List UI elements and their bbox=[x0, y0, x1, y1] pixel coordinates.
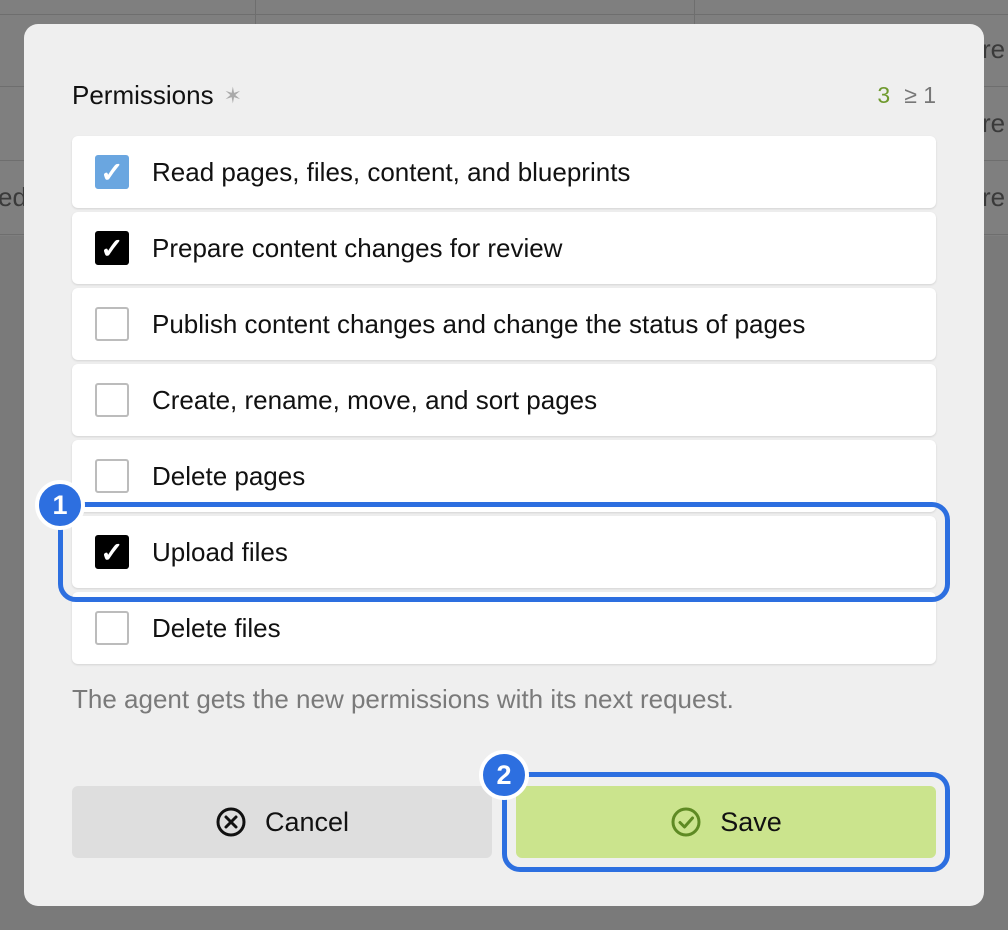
table-cell-text: re bbox=[982, 182, 1006, 212]
option-label: Read pages, files, content, and blueprin… bbox=[152, 156, 631, 187]
checkbox-prepare-changes[interactable]: ✓ bbox=[95, 231, 129, 265]
option-label: Create, rename, move, and sort pages bbox=[152, 384, 598, 415]
cancel-label: Cancel bbox=[264, 806, 350, 837]
help-text: The agent gets the new permissions with … bbox=[72, 684, 734, 714]
checkbox-read[interactable]: ✓ bbox=[95, 155, 129, 189]
permission-option-delete-files[interactable]: Delete files bbox=[72, 592, 936, 664]
checkbox-delete-files[interactable] bbox=[95, 611, 129, 645]
permission-option-upload-files[interactable]: ✓ Upload files bbox=[72, 516, 936, 588]
table-cell-text: re bbox=[982, 108, 1006, 138]
step-badge-2: 2 bbox=[479, 750, 529, 800]
step-badge-1: 1 bbox=[35, 480, 85, 530]
permissions-checkbox-list: ✓ Read pages, files, content, and bluepr… bbox=[72, 136, 936, 668]
permission-option-create-pages[interactable]: Create, rename, move, and sort pages bbox=[72, 364, 936, 436]
checkbox-create-pages[interactable] bbox=[95, 383, 129, 417]
option-label: Delete pages bbox=[152, 460, 306, 491]
checkbox-delete-pages[interactable] bbox=[95, 459, 129, 493]
table-cell-text: ed bbox=[0, 182, 27, 212]
table-divider bbox=[0, 14, 1008, 15]
checkbox-upload-files[interactable]: ✓ bbox=[95, 535, 129, 569]
option-label: Publish content changes and change the s… bbox=[152, 308, 806, 339]
permission-option-read[interactable]: ✓ Read pages, files, content, and bluepr… bbox=[72, 136, 936, 208]
save-button[interactable]: Save bbox=[516, 786, 936, 858]
permission-option-prepare-changes[interactable]: ✓ Prepare content changes for review bbox=[72, 212, 936, 284]
checkbox-publish[interactable] bbox=[95, 307, 129, 341]
permissions-field-label: Permissions ✶ bbox=[72, 80, 242, 111]
permission-option-publish[interactable]: Publish content changes and change the s… bbox=[72, 288, 936, 360]
cancel-button[interactable]: Cancel bbox=[72, 786, 492, 858]
counter-value: 3 bbox=[877, 82, 891, 108]
required-icon: ✶ bbox=[223, 82, 243, 108]
option-label: Delete files bbox=[152, 612, 281, 643]
selection-counter: 3 ≥ 1 bbox=[877, 82, 936, 109]
permission-option-delete-pages[interactable]: Delete pages bbox=[72, 440, 936, 512]
check-circle-icon bbox=[670, 806, 702, 838]
option-label: Upload files bbox=[152, 536, 288, 567]
table-cell-text: re bbox=[982, 34, 1006, 64]
counter-minimum: ≥ 1 bbox=[904, 82, 936, 108]
permissions-label-text: Permissions bbox=[72, 80, 214, 110]
save-label: Save bbox=[720, 806, 782, 837]
option-label: Prepare content changes for review bbox=[152, 232, 563, 263]
cancel-circle-icon bbox=[215, 806, 247, 838]
